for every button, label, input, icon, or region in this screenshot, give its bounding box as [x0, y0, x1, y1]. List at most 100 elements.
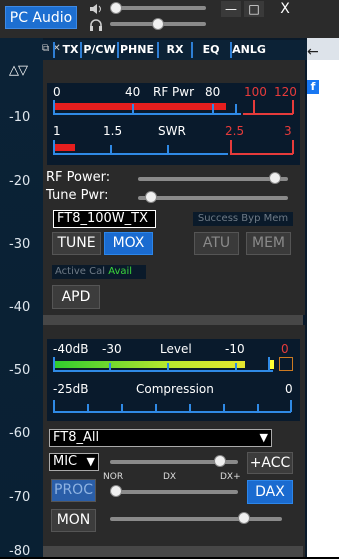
mic-level-knob[interactable] [214, 455, 227, 467]
pc-audio-volume-knob[interactable] [110, 2, 122, 14]
tune-power-knob[interactable] [144, 191, 157, 203]
compression-scale-label: 0 [285, 382, 293, 396]
dax-button[interactable]: DAX [247, 480, 293, 504]
close-button[interactable]: X [275, 1, 295, 17]
acc-button[interactable]: +ACC [247, 452, 293, 474]
audio-profile-value: FT8_All [53, 430, 100, 445]
rf-tick [212, 104, 214, 114]
rf-tick [292, 100, 294, 114]
rf-power-track[interactable] [138, 177, 288, 181]
headphones-icon [90, 19, 102, 31]
rf-power-bar [53, 103, 226, 110]
level-tick [53, 357, 55, 371]
mem-button[interactable]: MEM [246, 232, 291, 255]
minimize-button[interactable]: — [221, 1, 241, 17]
tab-phne[interactable]: PHNE [117, 42, 155, 58]
proc-scale-label: DX+ [220, 472, 241, 482]
audio-profile-dropdown[interactable]: FT8_All ▼ [49, 429, 272, 447]
rf-power-knob[interactable] [269, 172, 282, 184]
proc-scale-label: DX [163, 472, 177, 482]
tab-anlg[interactable]: ANLG [230, 42, 266, 58]
ruler-scroll-arrows[interactable]: △▽ [9, 63, 28, 78]
compression-tick [53, 400, 55, 412]
rf-scale-label: 0 [53, 85, 61, 99]
mic-source-dropdown[interactable]: MIC ▼ [49, 453, 99, 471]
background-window: ← f [307, 0, 339, 557]
rf-tick [53, 100, 55, 114]
tx-panel: 0 40 RF Pwr 80 100 120 1 1.5 SWR 2.5 3 R… [43, 60, 305, 315]
monitor-level-track[interactable] [110, 517, 282, 521]
swr-scale-line [53, 153, 228, 155]
tab-eq[interactable]: EQ [191, 42, 229, 58]
audio-panel: -40dB -30 Level -10 0 -25dB Compression … [43, 325, 305, 557]
title-bar: PC Audio — □ X [0, 0, 307, 38]
level-scale-label: 0 [281, 342, 289, 356]
level-meter: -40dB -30 Level -10 0 -25dB Compression … [47, 339, 300, 421]
proc-scale-label: NOR [103, 472, 124, 482]
pc-audio-button[interactable]: PC Audio [5, 6, 77, 29]
avail-label: Avail [108, 266, 133, 277]
compression-tick [257, 404, 259, 412]
mox-button[interactable]: MOX [104, 232, 153, 255]
tab-pcw[interactable]: P/CW [80, 42, 117, 58]
rf-scale-label: 120 [274, 85, 297, 99]
rf-scale-label: 80 [205, 85, 221, 99]
back-arrow-icon[interactable]: ← [307, 44, 319, 60]
pc-audio-volume-track[interactable] [110, 6, 206, 10]
rf-scale-title: RF Pwr [153, 85, 195, 99]
mic-source-value: MIC [53, 454, 78, 469]
monitor-level-knob[interactable] [238, 512, 250, 524]
maximize-button[interactable]: □ [244, 1, 264, 17]
atu-status: Success Byp Mem [193, 212, 293, 226]
background-window-titlebar [307, 0, 339, 38]
mon-button[interactable]: MON [51, 509, 96, 532]
compression-tick [155, 404, 157, 412]
swr-scale-label: 1.5 [103, 124, 123, 138]
facebook-icon[interactable]: f [307, 80, 319, 94]
compression-tick [121, 404, 123, 412]
headphone-volume-knob[interactable] [152, 18, 164, 30]
level-scale-label: -30 [102, 342, 122, 356]
level-scale-line [53, 370, 273, 372]
ruler-label: -70 [9, 490, 31, 505]
level-tick [268, 357, 270, 371]
proc-level-track[interactable] [110, 490, 238, 494]
tab-rx[interactable]: RX [157, 42, 191, 58]
transmit-window: PC Audio — □ X △▽ -10 -20 -30 -40 -50 -6… [0, 0, 339, 559]
level-clip-box [279, 357, 293, 371]
tune-power-label: Tune Pwr: [46, 188, 109, 203]
ruler-label: -10 [9, 110, 31, 125]
proc-button[interactable]: PROC [51, 479, 96, 502]
level-tick [109, 363, 111, 371]
swr-scale-label: 2.5 [225, 124, 245, 138]
proc-level-knob[interactable] [110, 485, 122, 497]
swr-scale-label: 3 [284, 124, 292, 138]
level-scale-title: Level [160, 342, 192, 356]
swr-tick [110, 145, 112, 154]
tune-power-track[interactable] [138, 196, 288, 200]
cal-status: Active Cal Avail [52, 265, 146, 279]
chevron-down-icon: ▼ [259, 431, 268, 444]
ruler-label: -50 [9, 363, 31, 378]
tune-button[interactable]: TUNE [52, 232, 101, 255]
level-ruler: △▽ -10 -20 -30 -40 -50 -60 -70 -80 [0, 38, 43, 559]
panel-separator [43, 546, 303, 557]
compression-tick [189, 404, 191, 412]
level-scale-label: -40dB [53, 342, 89, 356]
tab-bar: ⧉ ✕ TX P/CW PHNE RX EQ ANLG [42, 40, 307, 60]
active-cal-label: Active Cal [55, 266, 105, 277]
compression-tick [223, 404, 225, 412]
swr-scale-title: SWR [158, 124, 186, 138]
level-tick [167, 363, 169, 371]
compression-scale-title: Compression [136, 382, 214, 396]
tx-profile-value: FT8_100W_TX [57, 211, 148, 226]
swr-tick [167, 145, 169, 154]
ruler-label: -60 [9, 426, 31, 441]
apd-button[interactable]: APD [52, 285, 100, 309]
tx-profile-dropdown[interactable]: FT8_100W_TX [53, 210, 156, 228]
rf-tick [132, 104, 134, 114]
rf-scale-label: 100 [244, 85, 267, 99]
rf-power-label: RF Power: [46, 170, 111, 185]
atu-button[interactable]: ATU [194, 232, 239, 255]
swr-scale-line-red [230, 153, 293, 155]
